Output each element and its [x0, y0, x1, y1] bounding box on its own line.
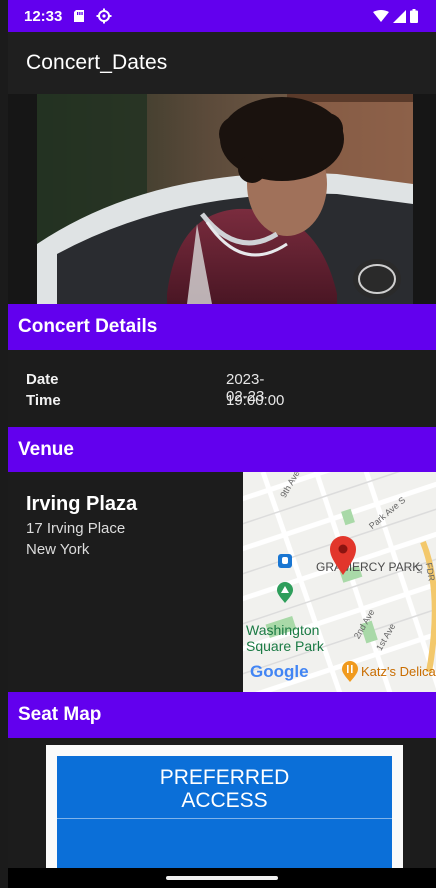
venue-title: Venue — [18, 438, 74, 460]
map-park-line1: Washington — [246, 622, 320, 638]
seat-section-label: PREFERRED ACCESS — [159, 766, 290, 812]
status-icons-right — [373, 9, 418, 23]
map-restaurant-label: Katz's Delica — [361, 664, 436, 679]
seat-map-image[interactable]: PREFERRED ACCESS — [46, 745, 403, 888]
venue-header: Venue — [8, 427, 436, 472]
concert-details-header: Concert Details — [8, 304, 436, 350]
artist-photo — [37, 94, 413, 304]
navigation-bar — [8, 868, 436, 888]
map-streets — [243, 472, 436, 692]
concert-details-panel: Date 2023-02-23 Time 19:00:00 — [8, 350, 436, 427]
restaurant-marker-icon — [342, 661, 358, 682]
app-title: Concert_Dates — [26, 51, 168, 74]
seat-map-panel: PREFERRED ACCESS — [8, 738, 436, 888]
sd-card-icon — [74, 10, 85, 22]
time-row: Time 19:00:00 — [26, 392, 284, 409]
battery-icon — [410, 9, 418, 23]
park-marker-icon — [277, 582, 293, 603]
settings-gear-icon — [96, 8, 112, 24]
venue-address: 17 Irving Place — [26, 520, 126, 537]
seat-map-header: Seat Map — [8, 692, 436, 738]
home-gesture-handle[interactable] — [166, 876, 278, 880]
venue-map[interactable]: 9th Ave Park Ave S 2nd Ave 1st Ave FDR D… — [243, 472, 436, 692]
concert-details-title: Concert Details — [18, 316, 158, 337]
google-logo: Google — [250, 662, 309, 681]
venue-city: New York — [26, 541, 90, 558]
date-label: Date — [26, 371, 59, 388]
app-screen: 12:33 Concert_Dates Concert Details Date… — [8, 0, 436, 888]
cellular-icon — [393, 9, 406, 23]
map-park-label: Washington Square Park — [246, 622, 324, 654]
time-value: 19:00:00 — [226, 392, 285, 409]
seat-map-title: Seat Map — [18, 704, 102, 725]
status-icons-left — [72, 8, 112, 24]
wifi-icon — [373, 9, 389, 22]
date-row: Date 2023-02-23 — [26, 371, 264, 405]
transit-icon — [278, 554, 292, 568]
artist-photo-illustration — [37, 94, 413, 304]
status-time: 12:33 — [24, 7, 63, 25]
app-bar: Concert_Dates — [8, 32, 436, 94]
seat-section-divider — [57, 818, 392, 819]
status-bar: 12:33 — [8, 0, 436, 32]
venue-panel: Irving Plaza 17 Irving Place New York 9t… — [8, 472, 436, 692]
venue-location-pin-icon[interactable] — [329, 536, 357, 576]
venue-name: Irving Plaza — [26, 493, 138, 515]
map-park-line2: Square Park — [246, 638, 324, 654]
time-label: Time — [26, 392, 61, 409]
